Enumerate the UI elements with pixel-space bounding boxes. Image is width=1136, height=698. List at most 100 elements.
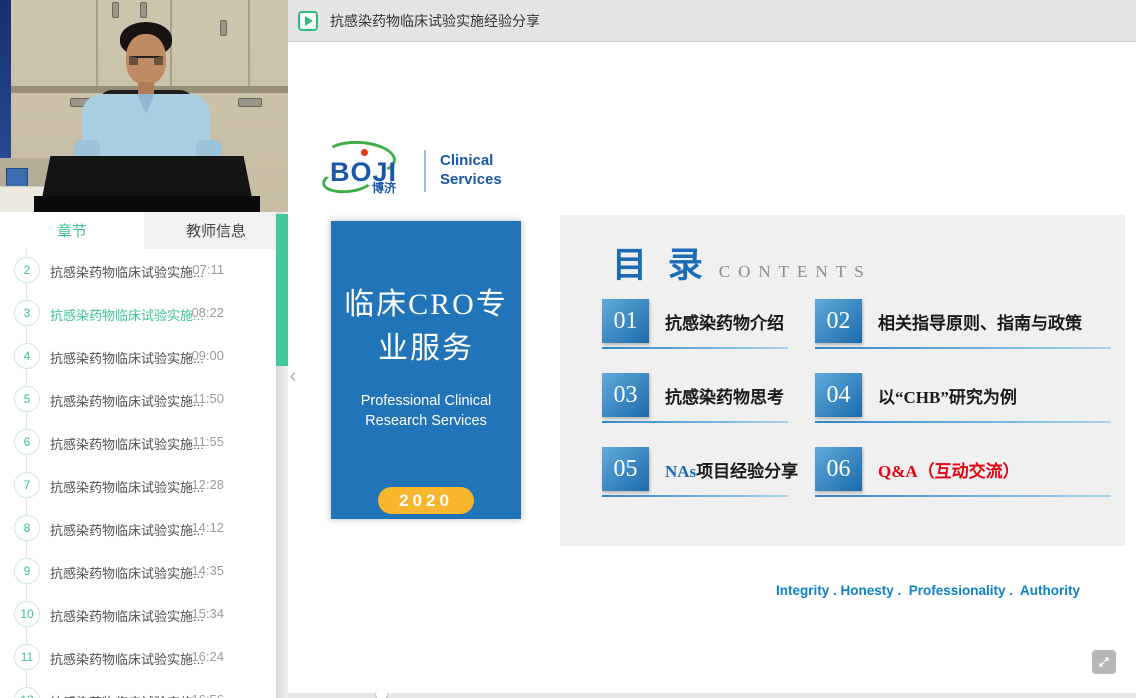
- chapter-number-badge: 6: [14, 429, 40, 455]
- chapter-duration: 08:22: [191, 305, 224, 320]
- sidebar-tabs: 章节 教师信息: [0, 212, 288, 249]
- toc-underline: [815, 421, 1111, 423]
- chapter-number-badge: 5: [14, 386, 40, 412]
- play-icon: [298, 11, 318, 31]
- toc-title: 相关指导原则、指南与政策: [878, 309, 1082, 334]
- toc-underline: [815, 347, 1111, 349]
- chapter-duration: 11:50: [192, 391, 224, 406]
- chapter-number-badge: 8: [14, 515, 40, 541]
- sidebar-scrollbar[interactable]: [276, 212, 288, 698]
- chapter-number-badge: 4: [14, 343, 40, 369]
- chapter-title: 抗感染药物临床试验实施...: [50, 649, 204, 668]
- toc-title-prefix: NAs: [665, 462, 696, 481]
- toc-item-04: 04 以“CHB”研究为例: [815, 373, 1017, 417]
- instructor-glasses: [129, 56, 163, 65]
- slide-viewport: ‹ BOJI 博济 Clinical Services 临床CRO专业服务: [288, 43, 1136, 698]
- chapter-duration: 12:28: [191, 477, 224, 492]
- chapter-title: 抗感染药物临床试验实施...: [50, 563, 204, 582]
- chapter-row[interactable]: 8 抗感染药物临床试验实施... 14:12: [0, 507, 276, 550]
- laptop-base: [34, 196, 260, 212]
- sidebar-scrollbar-thumb[interactable]: [276, 214, 288, 366]
- chapter-row[interactable]: 11 抗感染药物临床试验实施... 16:24: [0, 636, 276, 679]
- sidebar-collapse-chevron-icon[interactable]: ‹: [285, 365, 301, 388]
- chapter-row[interactable]: 2 抗感染药物临床试验实施... 07:11: [0, 249, 276, 292]
- main-area: 抗感染药物临床试验实施经验分享 ‹ BOJI 博济 Clinical Servi…: [288, 0, 1136, 698]
- chapter-number-badge: 9: [14, 558, 40, 584]
- logo-dot-icon: [361, 149, 368, 156]
- toc-underline: [815, 495, 1111, 497]
- chapter-title: 抗感染药物临床试验实施...: [50, 434, 204, 453]
- chapter-title: 抗感染药物临床试验实施...: [50, 391, 204, 410]
- cabinet-seam: [248, 0, 250, 86]
- chapter-row[interactable]: 4 抗感染药物临床试验实施... 09:00: [0, 335, 276, 378]
- toc-underline: [602, 421, 788, 423]
- chapter-title: 抗感染药物临床试验实施...: [50, 606, 204, 625]
- chapter-duration: 07:11: [192, 262, 224, 277]
- logo-tagline: Clinical Services: [440, 152, 502, 190]
- book-title: 临床CRO专业服务: [331, 283, 521, 370]
- cabinet-handle: [140, 2, 147, 18]
- chapter-title: 抗感染药物临床试验实施...: [50, 692, 204, 698]
- logo-tagline-line1: Clinical: [440, 152, 502, 171]
- book-cover: 临床CRO专业服务 Professional Clinical Research…: [331, 221, 521, 519]
- boji-logo: BOJI 博济 Clinical Services: [328, 145, 502, 197]
- instructor-video[interactable]: [0, 0, 288, 212]
- chapter-list: 2 抗感染药物临床试验实施... 07:11 3 抗感染药物临床试验实施... …: [0, 249, 276, 698]
- contents-heading: 目 录 CONTENTS: [612, 237, 872, 288]
- toc-number: 06: [815, 447, 862, 491]
- toc-title: 抗感染药物介绍: [665, 309, 784, 334]
- cabinet-seam: [96, 0, 98, 86]
- chapter-number-badge: 12: [14, 687, 40, 698]
- toc-number: 02: [815, 299, 862, 343]
- book-subtitle: Professional Clinical Research Services: [331, 392, 521, 431]
- chapter-row[interactable]: 7 抗感染药物临床试验实施... 12:28: [0, 464, 276, 507]
- chapter-row[interactable]: 3 抗感染药物临床试验实施... 08:22: [0, 292, 276, 335]
- toc-number: 04: [815, 373, 862, 417]
- chapter-title: 抗感染药物临床试验实施...: [50, 348, 204, 367]
- chapter-row[interactable]: 10 抗感染药物临床试验实施... 15:34: [0, 593, 276, 636]
- chapter-title: 抗感染药物临床试验实施...: [50, 520, 204, 539]
- chapter-duration: 16:56: [191, 692, 224, 698]
- boji-logo-mark: BOJI 博济: [328, 145, 406, 197]
- toc-item-06: 06 Q&A（互动交流）: [815, 447, 1020, 491]
- laptop: [42, 156, 252, 198]
- cabinet-handle: [220, 20, 227, 36]
- topbar: 抗感染药物临床试验实施经验分享: [288, 0, 1136, 42]
- chapter-number-badge: 7: [14, 472, 40, 498]
- toc-title: 以“CHB”研究为例: [878, 383, 1017, 408]
- chapter-duration: 11:55: [192, 434, 224, 449]
- chapter-row[interactable]: 6 抗感染药物临床试验实施... 11:55: [0, 421, 276, 464]
- toc-title-rest: 项目经验分享: [696, 462, 798, 481]
- chapter-title: 抗感染药物临床试验实施...: [50, 477, 204, 496]
- toc-item-01: 01 抗感染药物介绍: [602, 299, 784, 343]
- chapter-number-badge: 10: [14, 601, 40, 627]
- chapter-row[interactable]: 12 抗感染药物临床试验实施... 16:56: [0, 679, 276, 698]
- book-year-badge: 2020: [378, 487, 474, 514]
- toc-title: NAs项目经验分享: [665, 457, 798, 482]
- toc-number: 01: [602, 299, 649, 343]
- toc-underline: [602, 495, 788, 497]
- chapter-row[interactable]: 9 抗感染药物临床试验实施... 14:35: [0, 550, 276, 593]
- toc-underline: [602, 347, 788, 349]
- logo-tagline-line2: Services: [440, 171, 502, 190]
- logo-brand-chinese: 博济: [372, 179, 396, 196]
- slide-motto: Integrity . Honesty . Professionality . …: [776, 583, 1080, 598]
- contents-heading-cn: 目 录: [612, 237, 709, 288]
- toc-title: Q&A（互动交流）: [878, 457, 1020, 482]
- cabinet-handle: [112, 2, 119, 18]
- toc-item-03: 03 抗感染药物思考: [602, 373, 784, 417]
- seek-handle[interactable]: [376, 689, 387, 698]
- tab-teacher-info[interactable]: 教师信息: [144, 212, 288, 249]
- video-progress-bar[interactable]: [288, 693, 1136, 698]
- chapter-duration: 16:24: [191, 649, 224, 664]
- chapter-row[interactable]: 5 抗感染药物临床试验实施... 11:50: [0, 378, 276, 421]
- fullscreen-button[interactable]: [1092, 650, 1116, 674]
- lecture-title: 抗感染药物临床试验实施经验分享: [330, 11, 540, 31]
- chapter-duration: 15:34: [191, 606, 224, 621]
- chapter-duration: 14:35: [191, 563, 224, 578]
- chapter-number-badge: 2: [14, 257, 40, 283]
- tab-chapters[interactable]: 章节: [0, 212, 144, 249]
- chapter-title: 抗感染药物临床试验实施...: [50, 262, 204, 281]
- contents-panel: 目 录 CONTENTS 01 抗感染药物介绍 02 相关指导原则、指南与政策 …: [560, 215, 1125, 546]
- app-window: 章节 教师信息 2 抗感染药物临床试验实施... 07:11 3 抗感染药物临床…: [0, 0, 1136, 698]
